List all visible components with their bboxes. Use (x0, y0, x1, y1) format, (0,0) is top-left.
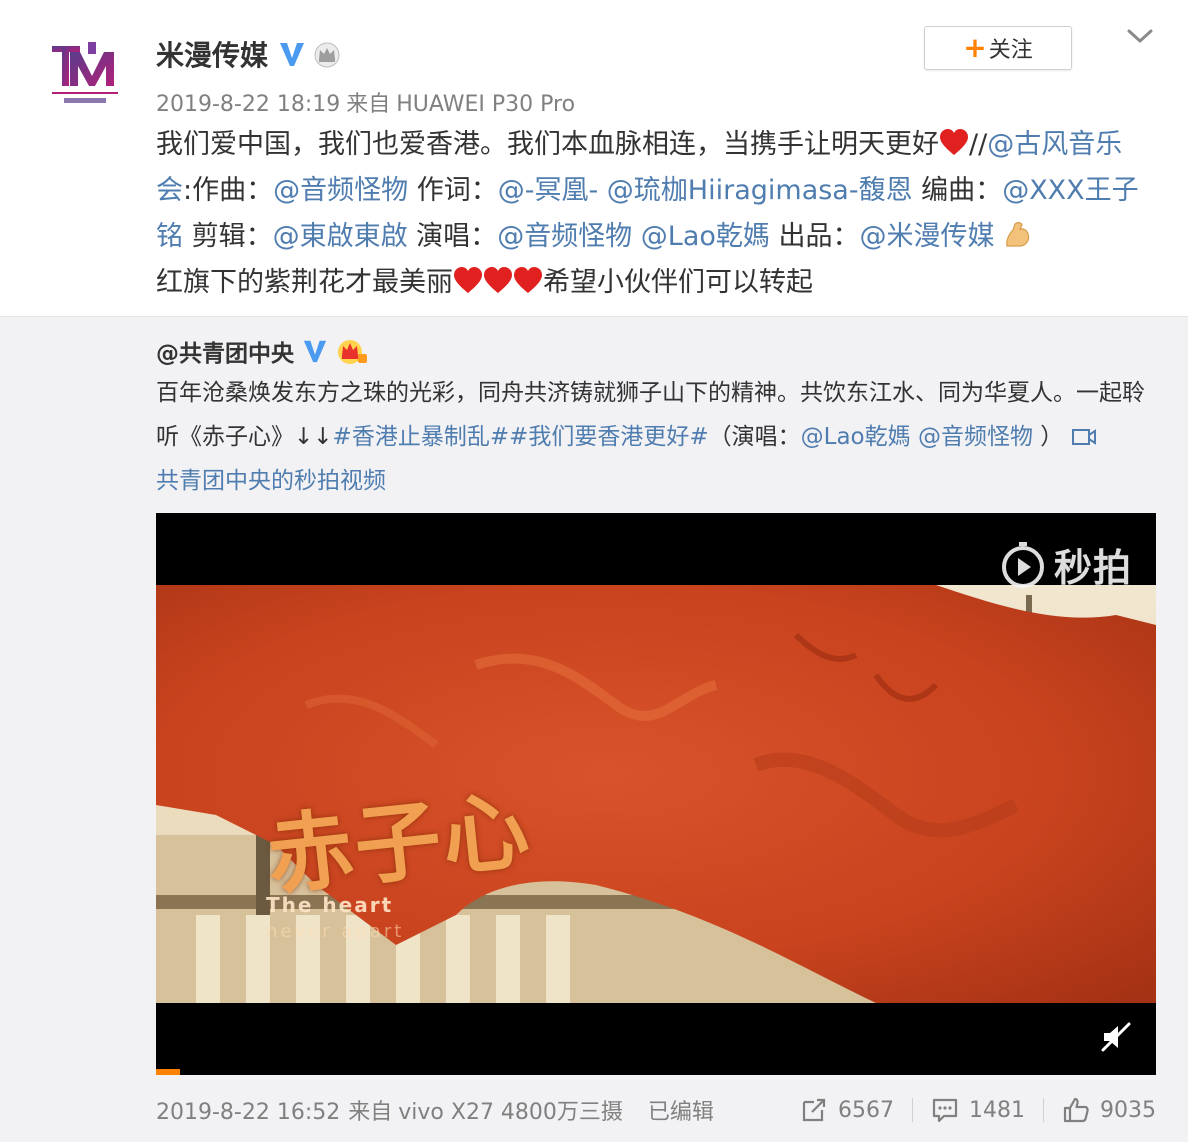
divider (1043, 1098, 1044, 1122)
post-meta: 2019-8-22 18:19 来自 HUAWEI P30 Pro (156, 86, 581, 118)
repost-timestamp[interactable]: 2019-8-22 16:52 (156, 1100, 340, 1125)
plus-icon: + (963, 31, 987, 64)
text-segment (632, 221, 641, 252)
verified-v-icon (302, 338, 328, 364)
heart-emoji (939, 127, 969, 157)
follow-label: 关注 (988, 38, 1033, 63)
follow-button[interactable]: + 关注 (924, 26, 1072, 70)
logo-avatar (52, 42, 118, 103)
video-source-link[interactable]: 共青团中央的秒拍视频 (156, 468, 386, 494)
heart-emoji (453, 265, 483, 295)
repost-button[interactable]: 6567 (800, 1096, 894, 1124)
chevron-down-icon[interactable] (1124, 24, 1156, 48)
comment-count: 1481 (969, 1097, 1025, 1123)
mention-link[interactable]: @琉枷Hiiragimasa-馥恩 (607, 175, 913, 206)
text-segment: 我们爱中国，我们也爱香港。我们本血脉相连，当携手让明天更好 (156, 129, 939, 160)
video-subtitle: never apart (266, 921, 405, 942)
action-bar: 6567 1481 9035 (800, 1096, 1156, 1124)
author-name[interactable]: 米漫传媒 (156, 34, 268, 74)
repost-author-row: @共青团中央 (156, 333, 368, 369)
mention-link[interactable]: @Lao乾媽 (641, 221, 770, 252)
mention-link[interactable]: @音频怪物 (273, 175, 408, 206)
video-progress-bar[interactable] (156, 1069, 180, 1075)
hashtag-link[interactable]: #我们要香港更好# (509, 424, 709, 450)
crown-icon (312, 40, 342, 68)
hashtag-link[interactable]: #香港止暴制乱# (333, 424, 510, 450)
flex-muscle-emoji (1003, 219, 1033, 249)
text-segment (598, 175, 607, 206)
miaopai-logo: 秒拍 (998, 537, 1132, 592)
text-segment: 作词： (408, 175, 498, 206)
text-segment: :作曲： (183, 175, 274, 206)
text-segment: 红旗下的紫荆花才最美丽 (156, 267, 453, 298)
mention-link[interactable]: @Lao乾媽 (801, 424, 911, 450)
mention-link[interactable]: @音频怪物 (497, 221, 632, 252)
text-segment (911, 424, 918, 450)
miaopai-play-icon (1001, 541, 1044, 588)
gold-crown-icon (336, 336, 368, 366)
text-segment: 编曲： (912, 175, 1003, 206)
text-segment: 剪辑： (183, 221, 273, 252)
video-subtitle: The heart (266, 893, 394, 917)
author-row: 米漫传媒 (156, 34, 342, 74)
verified-v-icon (278, 40, 306, 68)
heart-emoji (513, 265, 543, 295)
text-segment: （演唱： (708, 424, 801, 450)
mention-link[interactable]: @東啟東啟 (273, 221, 408, 252)
mention-link[interactable]: @米漫传媒 (859, 221, 994, 252)
like-count: 9035 (1100, 1097, 1156, 1123)
repost-text: 百年沧桑焕发东方之珠的光彩，同舟共济铸就狮子山下的精神。共饮东江水、同为华夏人。… (156, 371, 1156, 503)
post-text: 我们爱中国，我们也爱香港。我们本血脉相连，当携手让明天更好//@古风音乐会:作曲… (156, 122, 1156, 306)
like-icon (1063, 1097, 1089, 1123)
author-avatar[interactable] (40, 38, 130, 110)
reposted-content: @共青团中央 百年沧桑焕发东方之珠的光彩，同舟共济铸就狮子山下的精神。共饮东江水… (0, 316, 1188, 1142)
post-timestamp[interactable]: 2019-8-22 18:19 (156, 92, 340, 117)
text-segment: 希望小伙伴们可以转起 (543, 267, 813, 298)
edited-label: 已编辑 (647, 1100, 714, 1125)
text-separator: // (969, 129, 988, 160)
mute-icon[interactable] (1100, 1021, 1132, 1053)
heart-emoji (483, 265, 513, 295)
video-player[interactable]: 赤子心 The heart never apart 秒拍 (156, 513, 1156, 1075)
repost-device[interactable]: vivo X27 4800万三摄 (398, 1100, 623, 1125)
text-segment: 出品： (769, 221, 860, 252)
text-segment: ） (1032, 424, 1064, 450)
mention-link[interactable]: @-冥凰- (498, 175, 599, 206)
repost-author-name[interactable]: @共青团中央 (156, 334, 294, 368)
mention-link[interactable]: @音频怪物 (918, 424, 1033, 450)
weibo-post: 米漫传媒 2019-8-22 18:19 来自 HUAWEI P30 Pro + 关… (0, 0, 1188, 316)
post-device[interactable]: HUAWEI P30 Pro (396, 92, 575, 117)
source-prefix: 来自 (346, 92, 391, 117)
source-prefix: 来自 (348, 1100, 393, 1125)
repost-meta: 2019-8-22 16:52 来自 vivo X27 4800万三摄 已编辑 (156, 1094, 722, 1126)
divider (912, 1098, 913, 1122)
comment-icon (932, 1098, 958, 1123)
text-segment: 演唱： (407, 221, 498, 252)
miaopai-logo-text: 秒拍 (1053, 546, 1132, 590)
repost-icon (802, 1098, 826, 1122)
repost-footer: 2019-8-22 16:52 来自 vivo X27 4800万三摄 已编辑 65… (156, 1093, 1156, 1127)
like-button[interactable]: 9035 (1062, 1096, 1156, 1124)
comment-button[interactable]: 1481 (931, 1096, 1025, 1124)
repost-count: 6567 (838, 1097, 894, 1123)
video-link-icon[interactable] (1071, 418, 1097, 445)
